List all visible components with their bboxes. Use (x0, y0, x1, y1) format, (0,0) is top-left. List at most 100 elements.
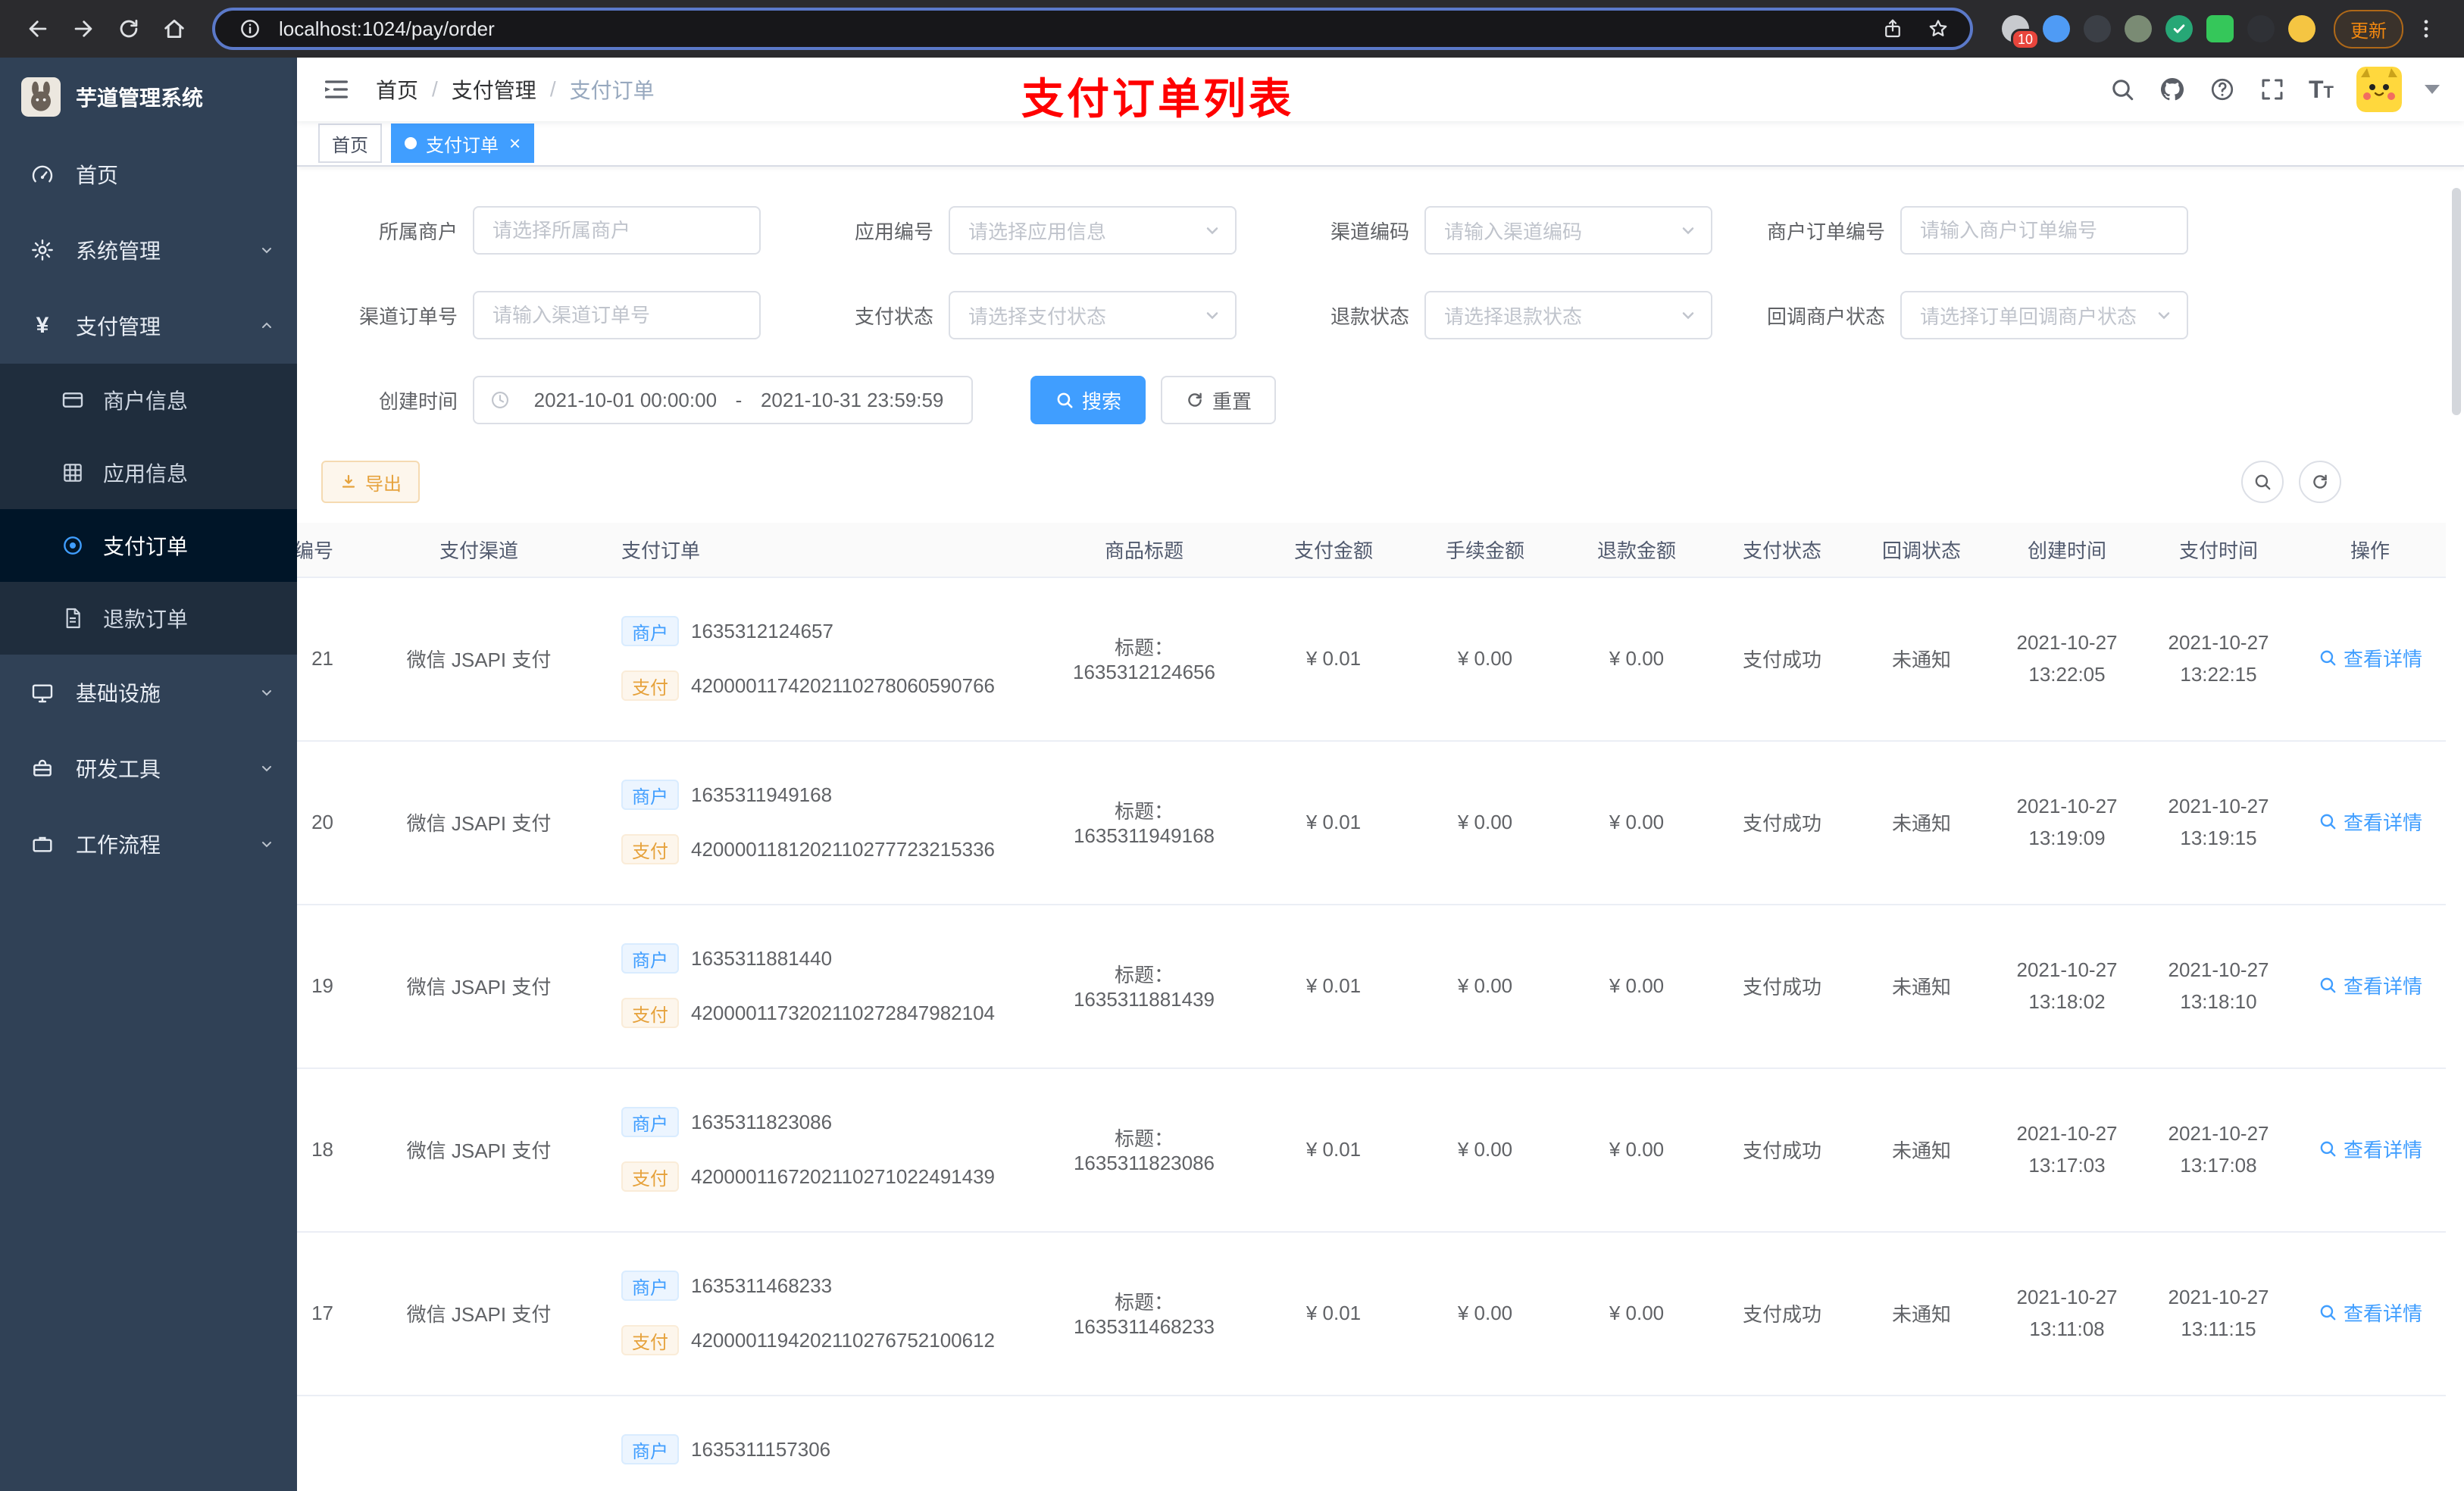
sidebar-item-infrastructure[interactable]: 基础设施 (0, 655, 297, 730)
avatar[interactable] (2356, 67, 2402, 112)
col-refund: 退款金额 (1561, 523, 1712, 578)
help-icon[interactable] (2209, 76, 2236, 103)
fullscreen-icon[interactable] (2259, 76, 2286, 103)
share-icon[interactable] (1870, 6, 1915, 52)
sidebar-item-workflow[interactable]: 工作流程 (0, 806, 297, 882)
tab-pay-order[interactable]: 支付订单 × (391, 123, 535, 163)
cell-pay-time: 2021-10-27 13:22:15 (2143, 577, 2294, 742)
merchant-order-no-input[interactable] (1902, 218, 2187, 242)
browser-menu-icon[interactable] (2403, 6, 2449, 52)
cell-channel (352, 1396, 606, 1491)
app-select[interactable]: 请选择应用信息 (949, 206, 1237, 255)
reload-button[interactable] (106, 6, 152, 52)
github-icon[interactable] (2159, 76, 2186, 103)
notify-status-text: 未通知 (1891, 1302, 1951, 1326)
view-detail-link[interactable]: 查看详情 (2318, 644, 2422, 672)
app-logo[interactable]: 芋道管理系统 (0, 58, 297, 136)
cell-id (297, 1396, 352, 1491)
cell-fee: ¥ 0.00 (1409, 905, 1561, 1069)
filter-form: 所属商户 应用编号 请选择应用信息 渠道编码 请输入渠道编码 (297, 167, 2464, 424)
extension-icon-7[interactable] (2247, 15, 2275, 42)
merchant-tag: 商户 (621, 1107, 679, 1137)
sidebar-item-app-info[interactable]: 应用信息 (0, 436, 297, 509)
create-time-range[interactable]: 2021-10-01 00:00:00 - 2021-10-31 23:59:5… (473, 376, 973, 424)
filter-label: 回调商户状态 (1766, 305, 1885, 328)
back-button[interactable] (15, 6, 61, 52)
sidebar-item-dev-tools[interactable]: 研发工具 (0, 730, 297, 806)
sidebar-item-home[interactable]: 首页 (0, 136, 297, 212)
channel-order-no-input[interactable] (474, 303, 759, 327)
merchant-input[interactable] (474, 218, 759, 242)
extension-icon-8[interactable] (2288, 15, 2315, 42)
view-detail-link[interactable]: 查看详情 (2318, 808, 2422, 836)
order-table: 编号 支付渠道 支付订单 商品标题 支付金额 手续金额 退款金额 支付状态 回调… (297, 523, 2464, 1491)
update-button[interactable]: 更新 (2334, 9, 2403, 48)
bookmark-star-icon[interactable] (1915, 6, 1961, 52)
extension-icon-2[interactable] (2043, 15, 2070, 42)
refund-status-select[interactable]: 请选择退款状态 (1424, 291, 1712, 339)
search-icon (2320, 1305, 2336, 1321)
refresh-table-button[interactable] (2299, 461, 2341, 503)
pay-tag: 支付 (621, 998, 679, 1028)
active-tab-dot-icon (405, 137, 417, 149)
merchant-tag: 商户 (621, 943, 679, 974)
toggle-search-button[interactable] (2241, 461, 2284, 503)
cell-pay-order: 商户 1635311823086 支付 42000011672021102710… (606, 1068, 1030, 1233)
extension-icon-6[interactable] (2206, 15, 2234, 42)
avatar-caret-icon[interactable] (2425, 85, 2440, 94)
cell-create-time: 2021-10-27 13:11:08 (1991, 1232, 2143, 1396)
tab-home[interactable]: 首页 (318, 123, 382, 163)
search-button[interactable]: 搜索 (1030, 376, 1146, 424)
export-button[interactable]: 导出 (321, 461, 420, 503)
pay-tag: 支付 (621, 1325, 679, 1355)
extension-icon-3[interactable] (2084, 15, 2111, 42)
date-start: 2021-10-01 00:00:00 (533, 388, 718, 411)
address-bar[interactable]: localhost:1024/pay/order (212, 8, 1973, 50)
col-channel: 支付渠道 (352, 523, 606, 578)
channel-pay-no: 4200001167202110271022491439 (691, 1164, 996, 1188)
search-icon (2320, 1141, 2336, 1157)
chevron-down-icon (1682, 312, 1694, 320)
extension-icon-1[interactable]: 10 (2002, 15, 2040, 50)
app-title: 芋道管理系统 (76, 86, 204, 110)
notify-status-text: 未通知 (1891, 1139, 1951, 1162)
extension-icon-5[interactable] (2165, 15, 2193, 42)
sidebar-item-pay-order[interactable]: 支付订单 (0, 509, 297, 582)
merchant-order-no: 1635311881440 (691, 946, 833, 970)
top-navbar: 首页 / 支付管理 / 支付订单 支付订单列表 TT (297, 58, 2464, 123)
breadcrumb-home[interactable]: 首页 (376, 74, 418, 105)
logo-image-icon (21, 77, 61, 117)
breadcrumb-payment[interactable]: 支付管理 (452, 74, 536, 105)
cell-amount: ¥ 0.01 (1258, 1068, 1409, 1233)
header-search-icon[interactable] (2109, 76, 2136, 103)
sidebar-item-merchant-info[interactable]: 商户信息 (0, 364, 297, 436)
close-tab-icon[interactable]: × (509, 133, 521, 153)
view-detail-link[interactable]: 查看详情 (2318, 1299, 2422, 1327)
channel-code-select[interactable]: 请输入渠道编码 (1424, 206, 1712, 255)
channel-pay-no: 4200001174202110278060590766 (691, 674, 996, 697)
notify-status-select[interactable]: 请选择订单回调商户状态 (1900, 291, 2188, 339)
sidebar-item-refund-order[interactable]: 退款订单 (0, 582, 297, 655)
font-size-icon[interactable]: TT (2309, 76, 2334, 104)
pay-status-select[interactable]: 请选择支付状态 (949, 291, 1237, 339)
cell-notify: 未通知 (1852, 1068, 1991, 1233)
scrollbar[interactable] (2452, 188, 2461, 415)
view-detail-link[interactable]: 查看详情 (2318, 971, 2422, 999)
pay-tag: 支付 (621, 670, 679, 701)
cell-id: 18 (297, 1068, 352, 1233)
cell-notify (1852, 1396, 1991, 1491)
home-button[interactable] (152, 6, 197, 52)
pay-status-text: 支付成功 (1742, 975, 1821, 999)
site-info-icon[interactable] (227, 6, 273, 52)
toolbox-icon (33, 759, 52, 777)
sidebar-item-label: 支付管理 (76, 315, 161, 339)
sidebar-item-payment[interactable]: ¥ 支付管理 (0, 288, 297, 364)
dashboard-icon (32, 165, 53, 183)
extension-icon-4[interactable] (2125, 15, 2152, 42)
view-detail-link[interactable]: 查看详情 (2318, 1135, 2422, 1163)
reset-button[interactable]: 重置 (1161, 376, 1277, 424)
merchant-order-no: 1635312124657 (691, 619, 833, 642)
sidebar-item-system[interactable]: 系统管理 (0, 212, 297, 288)
hamburger-icon[interactable] (321, 74, 352, 105)
forward-button[interactable] (61, 6, 106, 52)
